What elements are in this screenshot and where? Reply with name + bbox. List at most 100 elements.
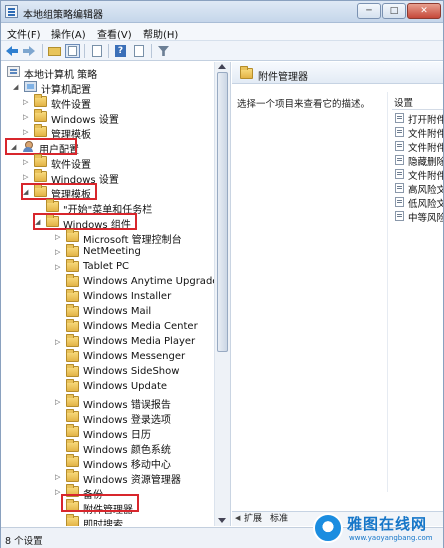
- folder-icon: [34, 169, 47, 182]
- site-logo-icon: [313, 513, 343, 543]
- folder-icon: [66, 229, 79, 242]
- help-icon[interactable]: ?: [113, 44, 128, 58]
- folder-icon: [66, 469, 79, 482]
- toolbar-separator: [151, 44, 152, 58]
- tree-scrollbar[interactable]: [214, 62, 230, 526]
- settings-column-header[interactable]: 设置: [394, 95, 413, 109]
- show-tree-icon[interactable]: [65, 44, 80, 58]
- expand-arrow-icon[interactable]: ▷: [23, 128, 31, 137]
- up-folder-icon[interactable]: [47, 44, 62, 58]
- tree-label: Windows 错误报告: [83, 400, 171, 411]
- expand-arrow-icon[interactable]: ▷: [23, 158, 31, 167]
- tree-label: Windows 日历: [83, 430, 151, 441]
- computer-icon: [24, 81, 37, 92]
- scroll-up-icon[interactable]: [218, 64, 226, 69]
- highlight-box: [33, 213, 137, 230]
- folder-icon: [66, 289, 79, 302]
- tree-label: 软件设置: [51, 100, 91, 111]
- details-title: 附件管理器: [258, 72, 308, 83]
- menu-help[interactable]: 帮助(H): [143, 26, 178, 41]
- tree-label: Windows Anytime Upgrade: [83, 276, 219, 287]
- policy-setting-icon: [395, 155, 404, 165]
- folder-icon: [66, 319, 79, 332]
- expand-arrow-icon[interactable]: ▷: [23, 113, 31, 122]
- tree-label: Windows 移动中心: [83, 460, 171, 471]
- tab-left-arrow-icon[interactable]: ◀: [235, 514, 240, 522]
- tree-label: Windows Media Center: [83, 321, 198, 332]
- tree-label: Windows Update: [83, 381, 168, 392]
- status-text: 8 个设置: [5, 536, 43, 547]
- policy-setting-icon: [395, 197, 404, 207]
- toolbar-separator: [108, 44, 109, 58]
- toolbar-separator: [84, 44, 85, 58]
- tree-label: Windows Media Player: [83, 336, 196, 347]
- folder-icon: [46, 199, 59, 212]
- folder-icon: [34, 124, 47, 137]
- policy-icon: [7, 66, 20, 77]
- policy-editor-icon: [5, 5, 18, 18]
- folder-icon: [66, 439, 79, 452]
- scroll-down-icon[interactable]: [218, 518, 226, 523]
- expand-arrow-icon[interactable]: ▷: [55, 398, 63, 407]
- tree-label: 计算机配置: [41, 85, 91, 96]
- forward-arrow-icon[interactable]: [23, 44, 38, 58]
- folder-icon: [66, 379, 79, 392]
- tree-label: 即时搜索: [83, 520, 123, 526]
- expand-arrow-icon[interactable]: ▷: [55, 233, 63, 242]
- setting-label: 隐藏删除: [408, 157, 443, 168]
- details-header: 附件管理器: [232, 62, 443, 84]
- folder-icon: [66, 274, 79, 287]
- setting-label: 中等风险: [408, 213, 443, 224]
- expand-arrow-icon[interactable]: ▷: [55, 473, 63, 482]
- expand-arrow-icon[interactable]: ▷: [23, 98, 31, 107]
- expand-arrow-icon[interactable]: ▷: [55, 263, 63, 272]
- maximize-button[interactable]: □: [382, 3, 406, 19]
- tab-extended[interactable]: 扩展: [244, 513, 262, 526]
- folder-icon: [66, 334, 79, 347]
- expand-arrow-icon[interactable]: ▷: [23, 173, 31, 182]
- tree-label: 本地计算机 策略: [24, 70, 98, 81]
- policy-setting-icon: [395, 211, 404, 221]
- toolbar-separator: [42, 44, 43, 58]
- back-arrow-icon[interactable]: [6, 44, 21, 58]
- tree-label: Windows SideShow: [83, 366, 180, 377]
- collapse-arrow-icon[interactable]: ◢: [13, 83, 21, 92]
- toolbar: ?: [1, 41, 443, 61]
- highlight-box: [21, 183, 97, 200]
- menu-bar: 文件(F) 操作(A) 查看(V) 帮助(H): [1, 23, 443, 41]
- folder-icon: [66, 514, 79, 526]
- folder-icon: [34, 154, 47, 167]
- folder-icon: [66, 259, 79, 272]
- filter-icon[interactable]: [156, 44, 171, 58]
- folder-icon: [66, 394, 79, 407]
- properties-icon[interactable]: [131, 44, 146, 58]
- menu-view[interactable]: 查看(V): [97, 26, 132, 41]
- minimize-button[interactable]: ─: [357, 3, 381, 19]
- scrollbar-thumb[interactable]: [217, 72, 228, 352]
- folder-icon: [34, 94, 47, 107]
- expand-arrow-icon[interactable]: ▷: [55, 248, 63, 257]
- tree-label: Tablet PC: [83, 261, 129, 272]
- tree-pane: 本地计算机 策略 ◢ 计算机配置 ▷ 软件设置 ▷ Windows 设置 ▷ 管…: [1, 62, 231, 526]
- menu-action[interactable]: 操作(A): [51, 26, 86, 41]
- tab-standard[interactable]: 标准: [270, 513, 288, 526]
- tree-label: Microsoft 管理控制台: [83, 235, 182, 246]
- tree-label: Windows Messenger: [83, 351, 186, 362]
- folder-icon: [240, 66, 253, 79]
- export-list-icon[interactable]: [89, 44, 104, 58]
- folder-icon: [66, 454, 79, 467]
- folder-icon: [66, 244, 79, 257]
- highlight-box: [5, 138, 77, 155]
- policy-setting-icon: [395, 183, 404, 193]
- close-button[interactable]: ✕: [407, 3, 441, 19]
- setting-label: 文件附件: [408, 129, 443, 140]
- title-bar: 本地组策略编辑器 ─ □ ✕: [1, 1, 443, 23]
- setting-label: 打开附件: [408, 115, 443, 126]
- expand-arrow-icon[interactable]: ▷: [55, 338, 63, 347]
- policy-setting-icon: [395, 169, 404, 179]
- watermark-url: www.yaoyangbang.com: [349, 534, 433, 542]
- folder-icon: [66, 304, 79, 317]
- folder-icon: [66, 349, 79, 362]
- watermark-title: 雅图在线网: [347, 515, 428, 533]
- menu-file[interactable]: 文件(F): [7, 26, 41, 41]
